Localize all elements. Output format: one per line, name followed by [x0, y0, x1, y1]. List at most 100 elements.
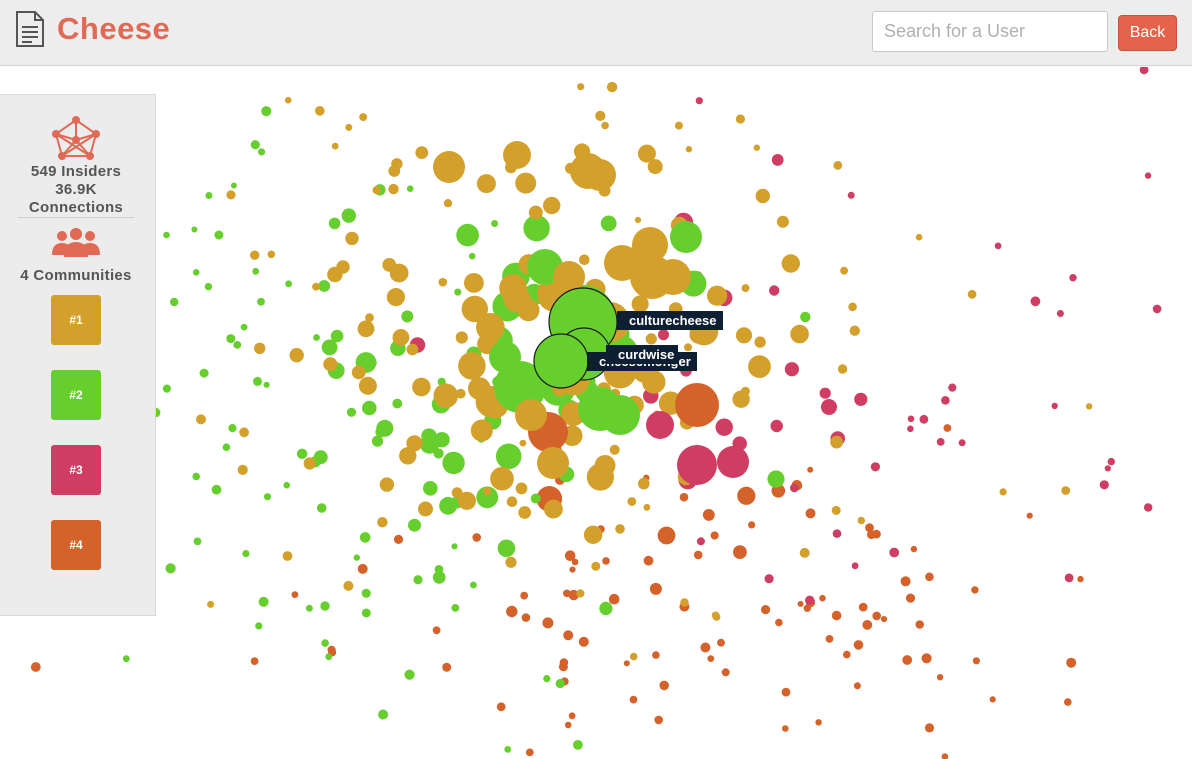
community-4-node[interactable] [972, 657, 981, 665]
community-4-node[interactable] [900, 576, 911, 587]
community-2-node[interactable] [392, 398, 403, 409]
community-1-node[interactable] [790, 324, 809, 344]
community-3-button[interactable]: #3 [51, 445, 101, 495]
community-1-node[interactable] [289, 348, 304, 363]
community-1-node[interactable] [207, 600, 215, 608]
community-2-node[interactable] [233, 341, 242, 349]
community-1-node[interactable] [517, 299, 540, 322]
community-3-node[interactable] [854, 392, 868, 406]
community-2-node[interactable] [555, 678, 565, 689]
community-1-node[interactable] [609, 444, 620, 455]
community-2-node[interactable] [320, 601, 330, 611]
community-3-node[interactable] [784, 362, 800, 377]
community-1-node[interactable] [513, 279, 521, 286]
community-2-node[interactable] [504, 746, 512, 753]
community-2-node[interactable] [191, 226, 198, 233]
community-2-node[interactable] [165, 563, 176, 574]
community-4-node[interactable] [858, 602, 868, 612]
community-4-node[interactable] [707, 655, 715, 662]
community-4-node[interactable] [657, 526, 676, 545]
community-2-node[interactable] [263, 493, 272, 501]
community-4-node[interactable] [564, 721, 572, 729]
community-1-node[interactable] [684, 343, 692, 352]
community-2-node[interactable] [578, 387, 622, 431]
community-1-node[interactable] [576, 589, 585, 598]
community-2-node[interactable] [468, 252, 476, 260]
back-button[interactable]: Back [1118, 15, 1177, 51]
community-2-node[interactable] [255, 622, 263, 630]
community-1-node[interactable] [458, 352, 486, 380]
community-4-node[interactable] [250, 657, 259, 665]
community-1-node[interactable] [544, 499, 563, 519]
community-1-node[interactable] [365, 313, 374, 322]
community-1-node[interactable] [343, 580, 354, 591]
community-3-node[interactable] [889, 547, 900, 558]
community-1-node[interactable] [196, 414, 206, 425]
community-4-node[interactable] [327, 645, 336, 655]
community-4-node[interactable] [30, 662, 41, 672]
community-2-node[interactable] [378, 709, 389, 720]
community-1-node[interactable] [438, 277, 448, 287]
community-2-node[interactable] [170, 297, 179, 307]
community-4-node[interactable] [867, 530, 876, 540]
community-4-node[interactable] [496, 702, 506, 712]
community-1-node[interactable] [357, 320, 375, 338]
community-4-node[interactable] [675, 383, 719, 427]
community-1-node[interactable] [685, 146, 693, 153]
community-4-node[interactable] [578, 636, 589, 647]
community-1-node[interactable] [594, 455, 616, 476]
community-1-node[interactable] [455, 331, 468, 344]
community-1-node[interactable] [629, 652, 638, 661]
community-4-node[interactable] [564, 550, 576, 561]
community-1-node[interactable] [999, 488, 1007, 496]
community-4-node[interactable] [733, 545, 747, 559]
community-2-node[interactable] [346, 407, 357, 417]
community-1-node[interactable] [528, 205, 543, 220]
community-3-node[interactable] [790, 483, 799, 493]
community-4-node[interactable] [815, 719, 822, 726]
community-1-node[interactable] [634, 216, 642, 223]
community-1-node[interactable] [741, 284, 750, 293]
community-4-node[interactable] [989, 696, 996, 703]
community-1-node[interactable] [506, 496, 518, 508]
community-2-node[interactable] [313, 450, 328, 465]
community-2-node[interactable] [361, 608, 371, 618]
community-4-node[interactable] [707, 513, 715, 520]
community-4-node[interactable] [291, 591, 299, 598]
community-3-node[interactable] [1030, 296, 1041, 307]
community-4-node[interactable] [569, 566, 576, 573]
community-2-node[interactable] [359, 532, 371, 543]
community-2-node[interactable] [305, 604, 313, 612]
community-4-node[interactable] [506, 605, 518, 618]
community-3-node[interactable] [907, 415, 915, 423]
community-1-node[interactable] [781, 254, 800, 273]
community-1-node[interactable] [840, 266, 848, 275]
community-2-node[interactable] [489, 341, 521, 373]
community-4-node[interactable] [737, 486, 756, 505]
community-1-node[interactable] [543, 196, 561, 215]
community-2-node[interactable] [434, 565, 444, 574]
community-1-node[interactable] [638, 477, 650, 490]
community-4-node[interactable] [542, 617, 554, 629]
community-1-node[interactable] [591, 561, 601, 571]
community-1-node[interactable] [1085, 403, 1093, 410]
community-3-node[interactable] [847, 191, 855, 199]
community-3-node[interactable] [1051, 402, 1058, 410]
community-2-node[interactable] [228, 424, 237, 433]
community-1-node[interactable] [515, 399, 547, 431]
community-4-node[interactable] [941, 753, 949, 759]
community-1-node[interactable] [443, 199, 453, 208]
community-2-node[interactable] [240, 323, 248, 331]
community-1-node[interactable] [359, 113, 368, 122]
community-2-node[interactable] [670, 221, 702, 253]
community-4-node[interactable] [717, 638, 725, 647]
community-3-node[interactable] [1144, 503, 1153, 512]
community-4-node[interactable] [971, 586, 979, 594]
community-2-node[interactable] [193, 537, 202, 546]
community-1-node[interactable] [372, 186, 381, 195]
community-2-node[interactable] [470, 581, 477, 589]
community-2-node[interactable] [250, 140, 260, 150]
community-1-node[interactable] [505, 556, 517, 568]
community-4-node[interactable] [1066, 657, 1077, 668]
community-1-node[interactable] [655, 259, 691, 295]
